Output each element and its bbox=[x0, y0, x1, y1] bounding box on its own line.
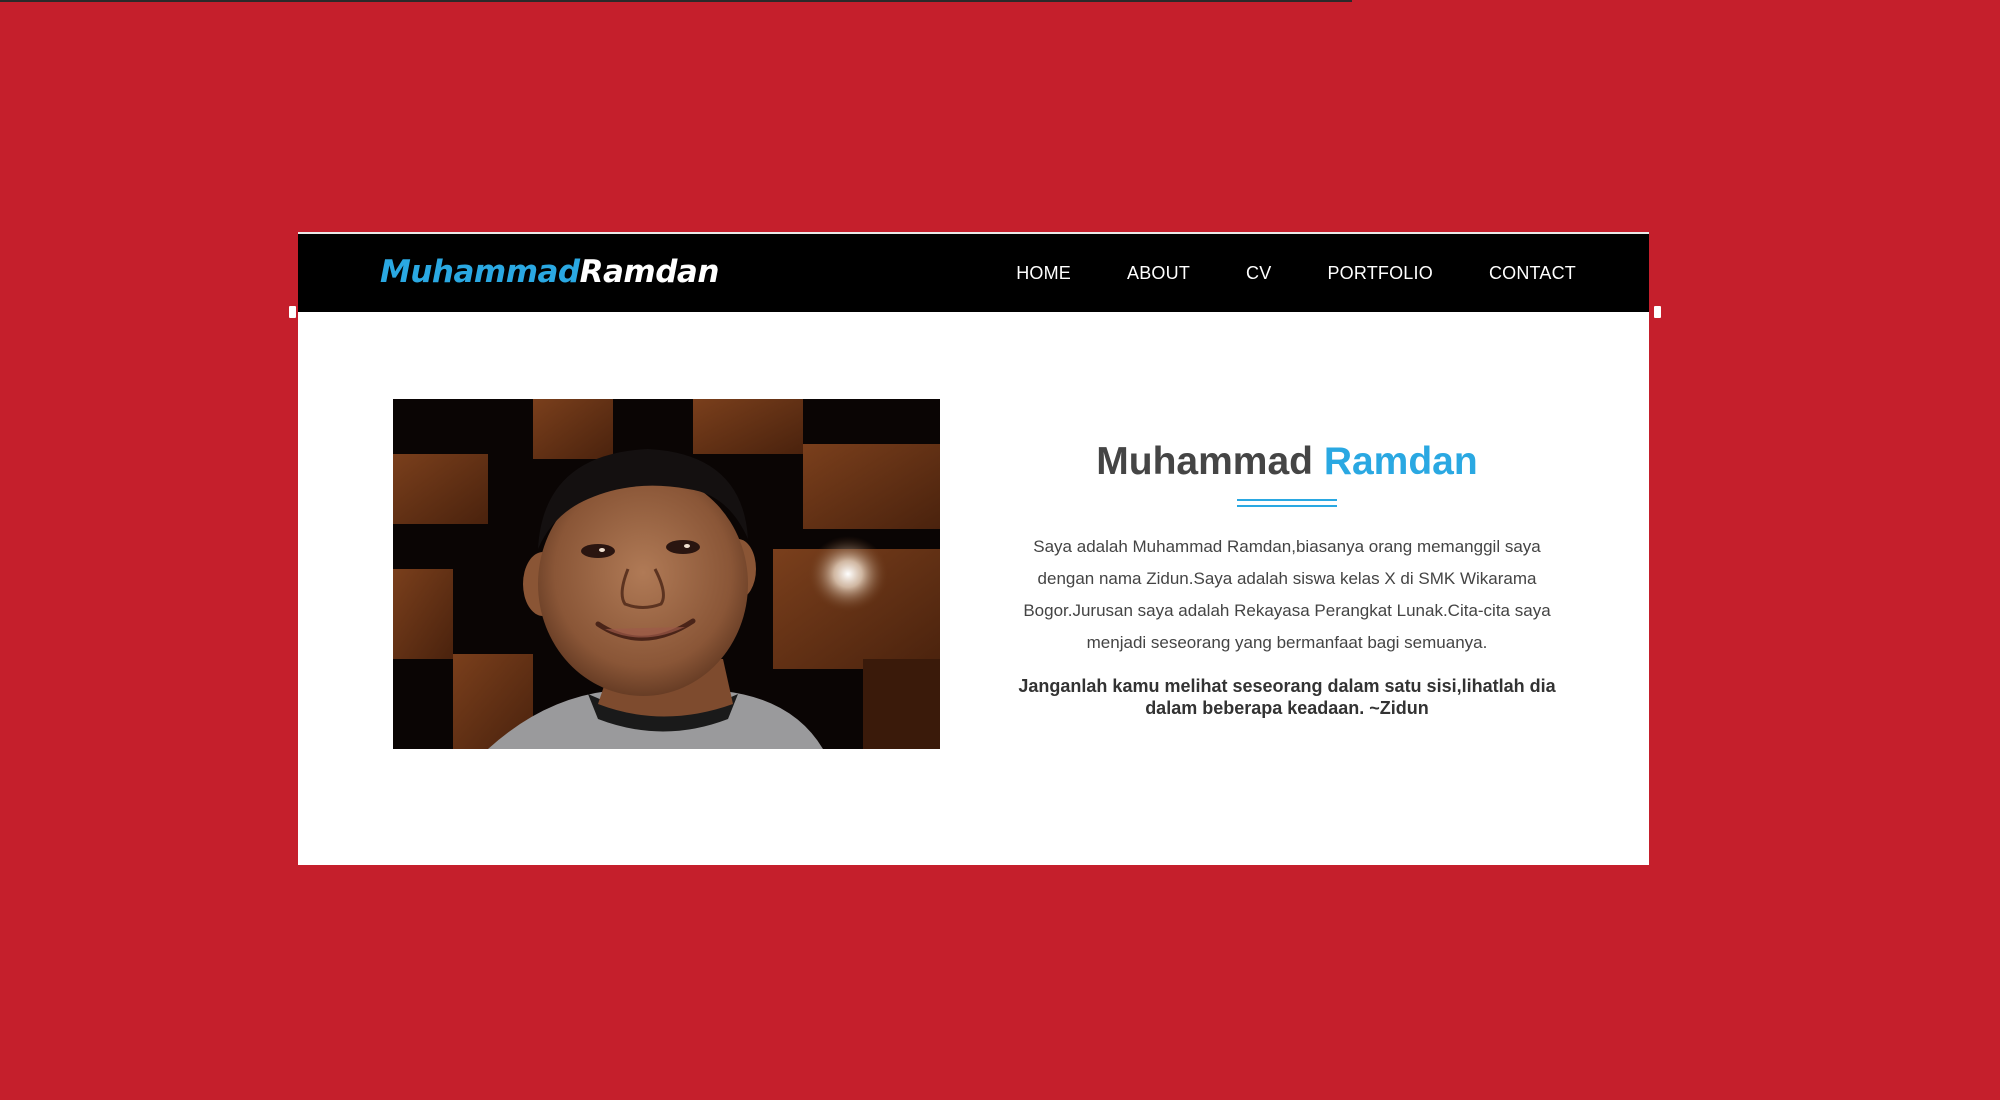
about-title-first: Muhammad bbox=[1096, 440, 1313, 483]
title-divider bbox=[1237, 499, 1337, 507]
nav-link-portfolio[interactable]: PORTFOLIO bbox=[1327, 263, 1433, 283]
brand-logo[interactable]: MuhammadRamdan bbox=[380, 254, 719, 290]
nav-item-cv: CV bbox=[1246, 263, 1271, 284]
main-nav: HOME ABOUT CV PORTFOLIO CONTACT bbox=[1016, 234, 1576, 312]
about-description: Saya adalah Muhammad Ramdan,biasanya ora… bbox=[1023, 537, 1551, 652]
resize-handle-left[interactable] bbox=[288, 305, 297, 319]
nav-link-about[interactable]: ABOUT bbox=[1127, 263, 1190, 283]
nav-link-contact[interactable]: CONTACT bbox=[1489, 263, 1576, 283]
nav-item-about: ABOUT bbox=[1127, 263, 1190, 284]
about-section: Muhammad Ramdan Saya adalah Muhammad Ram… bbox=[998, 440, 1576, 719]
about-title-last: Ramdan bbox=[1323, 440, 1478, 483]
top-divider bbox=[0, 0, 1352, 2]
navbar: MuhammadRamdan HOME ABOUT CV PORTFOLIO C… bbox=[298, 232, 1649, 312]
brand-last-name: Ramdan bbox=[579, 254, 720, 290]
about-title: Muhammad Ramdan bbox=[998, 440, 1576, 484]
about-quote: Janganlah kamu melihat seseorang dalam s… bbox=[1018, 676, 1556, 718]
nav-item-contact: CONTACT bbox=[1489, 263, 1576, 284]
nav-item-home: HOME bbox=[1016, 263, 1071, 284]
profile-photo bbox=[393, 399, 940, 749]
page-card: MuhammadRamdan HOME ABOUT CV PORTFOLIO C… bbox=[298, 232, 1649, 865]
nav-item-portfolio: PORTFOLIO bbox=[1327, 263, 1433, 284]
nav-link-cv[interactable]: CV bbox=[1246, 263, 1271, 283]
nav-link-home[interactable]: HOME bbox=[1016, 263, 1071, 283]
resize-handle-right[interactable] bbox=[1653, 305, 1662, 319]
brand-first-name: Muhammad bbox=[380, 254, 580, 290]
